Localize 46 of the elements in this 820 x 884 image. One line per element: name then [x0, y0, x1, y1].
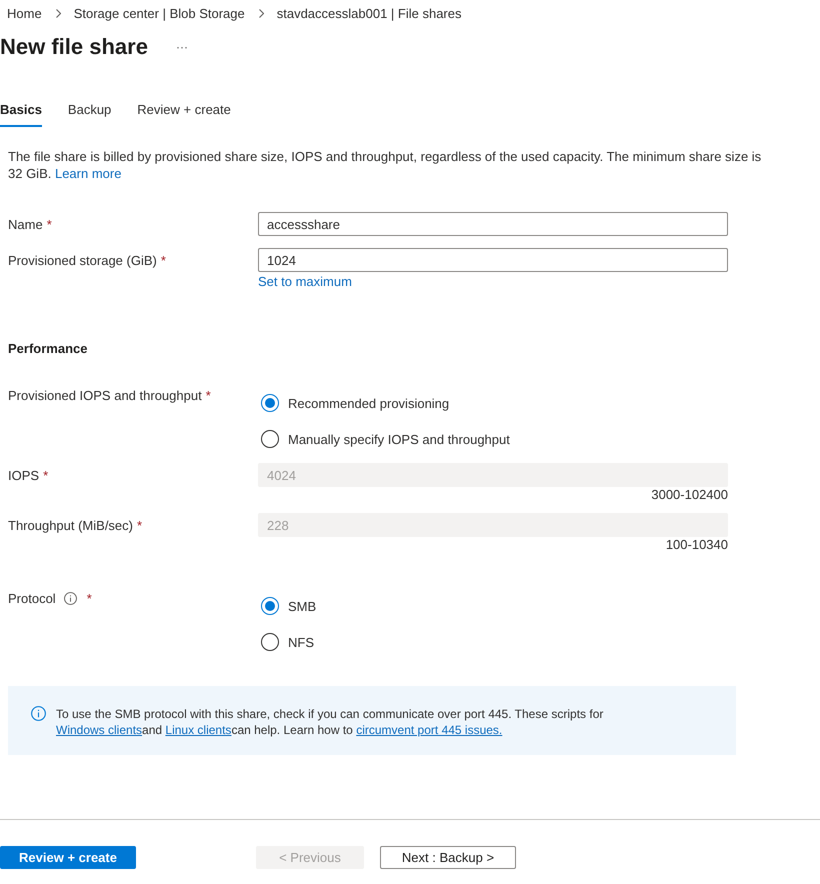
text-field[interactable]: 1024 [258, 248, 728, 272]
required-marker: * [43, 468, 48, 482]
nav-button[interactable]: Next : Backup > [380, 846, 516, 869]
review-create-button[interactable]: Review + create [0, 846, 136, 869]
learn-more-link[interactable]: Learn more [54, 166, 122, 181]
field-label: IOPS [8, 468, 40, 482]
banner-text: To use the SMB protocol with this share, check if you can communicate over port 445. These scripts for Windows clientsand Linux clientscan help. Learn how to circumvent port 445 issues. [56, 706, 604, 738]
info-icon [31, 706, 46, 721]
required-marker: * [160, 252, 166, 268]
radio-option[interactable]: Manually specify IOPS and throughput [261, 427, 510, 451]
text-link[interactable]: Windows clients [56, 723, 142, 737]
page-title: New file share [0, 33, 148, 61]
set-maximum-link[interactable]: Set to maximum [258, 273, 352, 290]
text-link[interactable]: circumvent port 445 issues. [356, 723, 502, 737]
chevron-icon [258, 8, 264, 18]
chevron-icon [56, 8, 61, 18]
section-heading: Performance [8, 341, 88, 357]
breadcrumb-link[interactable]: stavdaccesslab001 | File shares [276, 6, 462, 20]
radio-option[interactable]: NFS [261, 630, 314, 654]
radio-option[interactable]: Recommended provisioning [261, 391, 450, 415]
radio-button[interactable] [261, 394, 279, 412]
info-icon[interactable] [64, 592, 77, 604]
text-field[interactable]: accessshare [258, 212, 728, 236]
radio-option[interactable]: SMB [261, 594, 316, 618]
field-label: Name [8, 216, 43, 232]
tab[interactable]: Review + create [137, 94, 231, 127]
radio-button[interactable] [261, 633, 279, 651]
breadcrumb-link[interactable]: Home [7, 6, 42, 20]
text-link[interactable]: Linux clients [165, 723, 232, 737]
field-label: Provisioned storage (GiB) [8, 252, 157, 268]
required-marker: * [86, 590, 92, 606]
field-label: Protocol [8, 590, 56, 606]
required-marker: * [137, 518, 142, 532]
radio-button[interactable] [261, 597, 279, 615]
radio-button[interactable] [261, 430, 279, 448]
range-hint: 3000-102400 [651, 487, 728, 503]
breadcrumb-link[interactable]: Storage center | Blob Storage [74, 6, 245, 20]
more-button[interactable]: ··· [174, 40, 190, 54]
required-marker: * [46, 216, 52, 232]
field-label: Throughput (MiB/sec) [8, 518, 133, 532]
field-label: Provisioned IOPS and throughput [8, 388, 202, 402]
required-marker: * [206, 388, 211, 402]
tab[interactable]: Basics [0, 94, 42, 127]
description-text: The file share is billed by provisioned share size, IOPS and throughput, regardless of the used capacity. The minimum share size is 32 GiB. Learn more [8, 148, 762, 182]
tab[interactable]: Backup [68, 94, 112, 127]
range-hint: 100-10340 [666, 537, 728, 553]
